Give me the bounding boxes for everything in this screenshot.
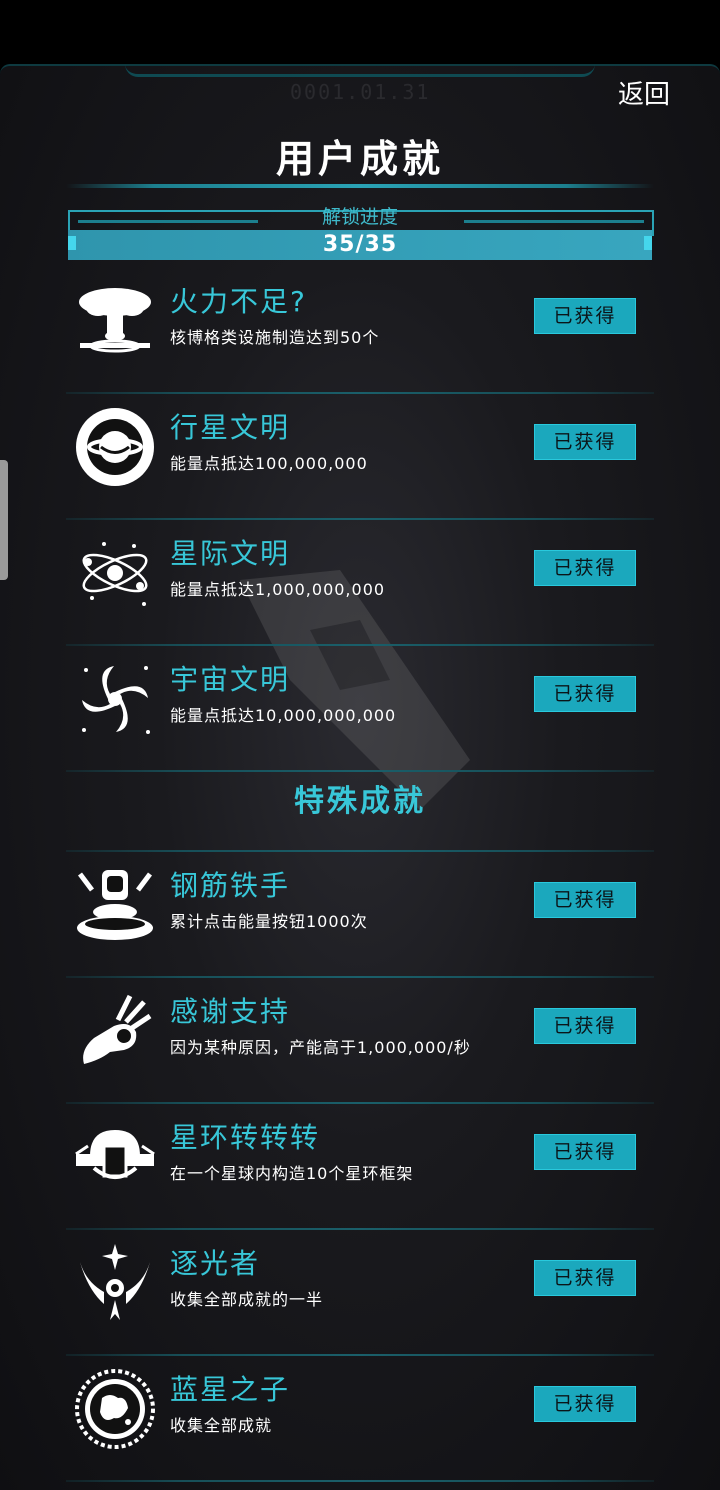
status-badge[interactable]: 已获得 xyxy=(534,1008,636,1044)
achievement-name: 钢筋铁手 xyxy=(170,869,291,902)
achievement-desc: 因为某种原因，产能高于1,000,000/秒 xyxy=(170,1038,471,1057)
title-divider xyxy=(66,184,654,188)
achievement-name: 感谢支持 xyxy=(170,995,291,1028)
achievement-desc: 能量点抵达1,000,000,000 xyxy=(170,580,386,599)
row-divider xyxy=(66,1480,654,1482)
achievement-name: 火力不足? xyxy=(170,285,307,318)
back-button[interactable]: 返回 xyxy=(618,74,670,111)
achievement-desc: 累计点击能量按钮1000次 xyxy=(170,912,368,931)
panel-notch xyxy=(125,64,595,77)
planet-civilization-icon xyxy=(76,408,154,486)
light-chaser-icon xyxy=(80,1244,150,1320)
page-title: 用户成就 xyxy=(275,137,444,181)
status-badge[interactable]: 已获得 xyxy=(534,676,636,712)
list-item: 逐光者 收集全部成就的一半 已获得 xyxy=(0,1230,720,1356)
progress-value: 35/35 xyxy=(322,232,398,257)
achievement-name: 逐光者 xyxy=(170,1247,261,1280)
list-item: 宇宙文明 能量点抵达10,000,000,000 已获得 xyxy=(0,646,720,772)
star-ring-icon xyxy=(75,1130,155,1179)
status-badge[interactable]: 已获得 xyxy=(534,1134,636,1170)
list-item: 钢筋铁手 累计点击能量按钮1000次 已获得 xyxy=(0,852,720,978)
special-section-header: 特殊成就 xyxy=(0,772,720,852)
status-badge[interactable]: 已获得 xyxy=(534,298,636,334)
list-item: 星环转转转 在一个星球内构造10个星环框架 已获得 xyxy=(0,1104,720,1230)
list-item: 火力不足? 核博格类设施制造达到50个 已获得 xyxy=(0,268,720,394)
list-item: 感谢支持 因为某种原因，产能高于1,000,000/秒 已获得 xyxy=(0,978,720,1104)
mushroom-cloud-icon xyxy=(79,288,151,353)
achievement-name: 行星文明 xyxy=(170,411,291,444)
status-badge[interactable]: 已获得 xyxy=(534,424,636,460)
progress-bar: 35/35 xyxy=(68,230,652,260)
achievement-name: 星环转转转 xyxy=(170,1121,321,1154)
status-badge[interactable]: 已获得 xyxy=(534,882,636,918)
interstellar-icon xyxy=(82,542,148,606)
press-button-icon xyxy=(77,870,153,940)
status-badge[interactable]: 已获得 xyxy=(534,1260,636,1296)
status-badge[interactable]: 已获得 xyxy=(534,1386,636,1422)
achievement-name: 蓝星之子 xyxy=(170,1373,291,1406)
section-title: 特殊成就 xyxy=(294,784,426,819)
status-badge[interactable]: 已获得 xyxy=(534,550,636,586)
achievement-desc: 收集全部成就的一半 xyxy=(170,1290,324,1309)
achievement-list: 火力不足? 核博格类设施制造达到50个 已获得 行星文明 能量点抵达100,00… xyxy=(0,268,720,1482)
achievement-desc: 收集全部成就 xyxy=(170,1416,273,1435)
list-item: 星际文明 能量点抵达1,000,000,000 已获得 xyxy=(0,520,720,646)
list-item: 蓝星之子 收集全部成就 已获得 xyxy=(0,1356,720,1482)
achievement-desc: 能量点抵达100,000,000 xyxy=(170,454,368,473)
date-display: 0001.01.31 xyxy=(290,80,431,104)
achievement-desc: 核博格类设施制造达到50个 xyxy=(170,328,380,347)
list-item: 行星文明 能量点抵达100,000,000 已获得 xyxy=(0,394,720,520)
ok-hand-icon xyxy=(83,994,152,1064)
achievement-name: 宇宙文明 xyxy=(170,663,291,696)
achievement-desc: 能量点抵达10,000,000,000 xyxy=(170,706,397,725)
achievement-desc: 在一个星球内构造10个星环框架 xyxy=(170,1164,414,1183)
blue-planet-icon xyxy=(75,1369,155,1449)
galaxy-swirl-icon xyxy=(82,666,150,734)
progress-label: 解锁进度 xyxy=(321,206,398,228)
unlock-progress: 解锁进度 35/35 xyxy=(68,206,654,260)
achievement-name: 星际文明 xyxy=(170,537,291,570)
